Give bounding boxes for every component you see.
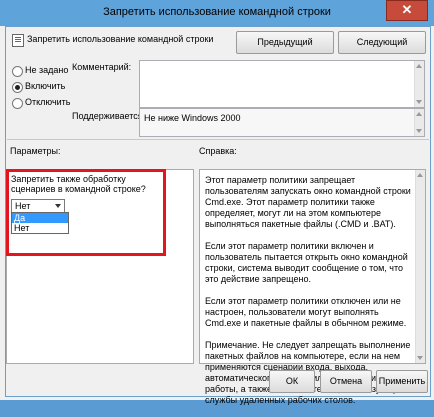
help-scrollbar[interactable]	[415, 170, 425, 363]
radio-enabled-label[interactable]: Включить	[25, 81, 65, 91]
supported-on-value: Не ниже Windows 2000	[144, 113, 241, 123]
scroll-up-icon[interactable]	[417, 173, 423, 177]
dialog-client-area: Запретить использование командной строки…	[5, 26, 431, 405]
next-setting-button[interactable]: Следующий параметр	[338, 31, 426, 68]
ok-button[interactable]: ОК	[269, 370, 315, 393]
help-paragraph: Если этот параметр политики отключен или…	[205, 296, 407, 328]
scroll-up-icon[interactable]	[416, 64, 422, 68]
options-section-label: Параметры:	[10, 146, 61, 156]
radio-enabled[interactable]	[12, 82, 23, 93]
comment-scrollbar[interactable]	[414, 61, 424, 107]
help-section-label: Справка:	[199, 146, 237, 156]
help-panel: Этот параметр политики запрещает пользов…	[199, 169, 426, 405]
comment-field[interactable]	[139, 60, 425, 108]
dialog-window: Запретить использование командной строки…	[0, 0, 434, 405]
window-title: Запретить использование командной строки	[103, 6, 331, 18]
scroll-up-icon[interactable]	[416, 112, 422, 116]
help-paragraph: Этот параметр политики запрещает пользов…	[205, 175, 411, 229]
radio-disabled[interactable]	[12, 98, 23, 109]
close-button[interactable]: ✕	[386, 0, 428, 21]
scroll-down-icon[interactable]	[417, 356, 423, 360]
scroll-down-icon[interactable]	[416, 129, 422, 133]
title-bar[interactable]: Запретить использование командной строки…	[0, 0, 434, 26]
radio-not-configured-label[interactable]: Не задано	[25, 65, 68, 75]
supported-on-label: Поддерживается:	[72, 111, 146, 121]
cancel-button[interactable]: Отмена	[320, 370, 372, 393]
highlight-annotation-frame	[6, 169, 166, 256]
comment-label: Комментарий:	[72, 62, 132, 72]
supported-scrollbar[interactable]	[414, 109, 424, 136]
supported-on-field: Не ниже Windows 2000	[139, 108, 425, 137]
policy-name: Запретить использование командной строки	[27, 34, 214, 44]
policy-icon	[12, 34, 24, 47]
divider	[7, 139, 429, 140]
radio-not-configured[interactable]	[12, 66, 23, 77]
help-paragraph: Если этот параметр политики включен и по…	[205, 241, 408, 284]
radio-disabled-label[interactable]: Отключить	[25, 97, 71, 107]
scroll-down-icon[interactable]	[416, 100, 422, 104]
previous-setting-button[interactable]: Предыдущий параметр	[236, 31, 334, 68]
apply-button[interactable]: Применить	[376, 370, 428, 393]
